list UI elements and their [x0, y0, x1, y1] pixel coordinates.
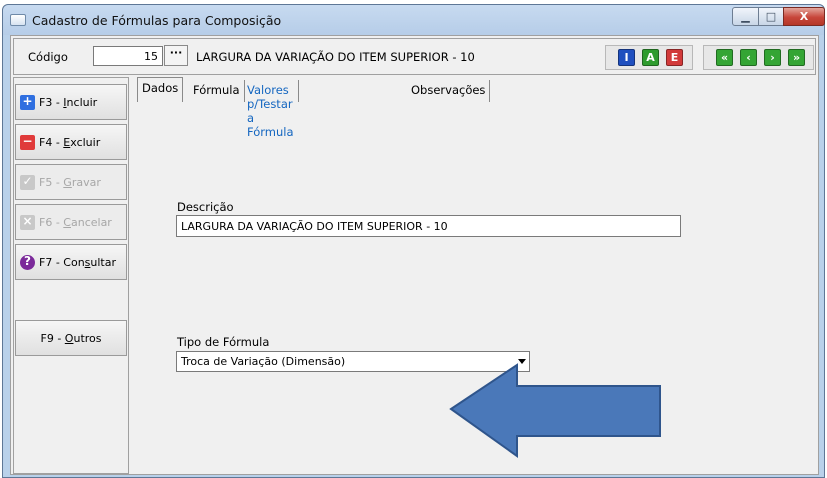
- cancelar-label: F6 - Cancelar: [39, 215, 112, 229]
- insert-mode-button[interactable]: I: [618, 49, 635, 66]
- last-record-button[interactable]: »: [788, 49, 805, 66]
- first-record-button[interactable]: «: [716, 49, 733, 66]
- gravar-label: F5 - Gravar: [39, 175, 101, 189]
- gravar-button[interactable]: ✓ F5 - Gravar: [15, 164, 127, 200]
- codigo-description: LARGURA DA VARIAÇÃO DO ITEM SUPERIOR - 1…: [196, 50, 475, 64]
- record-toolbar: Código 15 ··· LARGURA DA VARIAÇÃO DO ITE…: [13, 38, 816, 75]
- tipo-formula-value: Troca de Variação (Dimensão): [181, 355, 346, 368]
- tipo-formula-label: Tipo de Fórmula: [177, 335, 270, 349]
- cancelar-button[interactable]: × F6 - Cancelar: [15, 204, 127, 240]
- action-sidebar: + F3 - Incluir − F4 - Excluir ✓ F5 - Gra…: [13, 77, 129, 474]
- previous-record-button[interactable]: ‹: [740, 49, 757, 66]
- callout-arrow: [449, 363, 661, 458]
- codigo-field[interactable]: 15: [93, 46, 163, 66]
- close-button[interactable]: X: [783, 7, 825, 26]
- minus-icon: −: [20, 134, 35, 150]
- app-icon: [10, 14, 26, 26]
- tab-observacoes[interactable]: Observações: [407, 80, 491, 102]
- consultar-label: F7 - Consultar: [39, 255, 117, 269]
- plus-icon: +: [20, 94, 35, 110]
- tab-formula[interactable]: Fórmula: [189, 80, 245, 102]
- arrow-left-icon: [449, 363, 661, 458]
- edit-mode-button[interactable]: A: [642, 49, 659, 66]
- tab-dados[interactable]: Dados: [137, 77, 184, 102]
- descricao-label: Descrição: [177, 200, 234, 214]
- question-icon: ?: [20, 254, 35, 270]
- next-record-button[interactable]: ›: [764, 49, 781, 66]
- outros-button[interactable]: F9 - Outros: [15, 320, 127, 356]
- window-title: Cadastro de Fórmulas para Composição: [32, 13, 282, 28]
- excluir-label: F4 - Excluir: [39, 135, 101, 149]
- minimize-button[interactable]: ▁: [732, 7, 759, 26]
- excluir-button[interactable]: − F4 - Excluir: [15, 124, 127, 160]
- incluir-label: F3 - Incluir: [39, 95, 98, 109]
- maximize-button[interactable]: □: [758, 7, 784, 26]
- check-icon: ✓: [20, 174, 35, 190]
- codigo-lookup-button[interactable]: ···: [164, 45, 188, 66]
- incluir-button[interactable]: + F3 - Incluir: [15, 84, 127, 120]
- descricao-field[interactable]: LARGURA DA VARIAÇÃO DO ITEM SUPERIOR - 1…: [176, 215, 681, 237]
- consultar-button[interactable]: ? F7 - Consultar: [15, 244, 127, 280]
- client-area: Código 15 ··· LARGURA DA VARIAÇÃO DO ITE…: [10, 35, 819, 475]
- outros-label: F9 - Outros: [40, 331, 102, 345]
- codigo-label: Código: [28, 50, 68, 64]
- tab-valores-testar[interactable]: Valores p/Testar a Fórmula: [243, 80, 299, 139]
- title-bar[interactable]: Cadastro de Fórmulas para Composição ▁ □…: [3, 5, 825, 35]
- app-window: Cadastro de Fórmulas para Composição ▁ □…: [2, 4, 825, 478]
- delete-mode-button[interactable]: E: [666, 49, 683, 66]
- cancel-icon: ×: [20, 214, 35, 230]
